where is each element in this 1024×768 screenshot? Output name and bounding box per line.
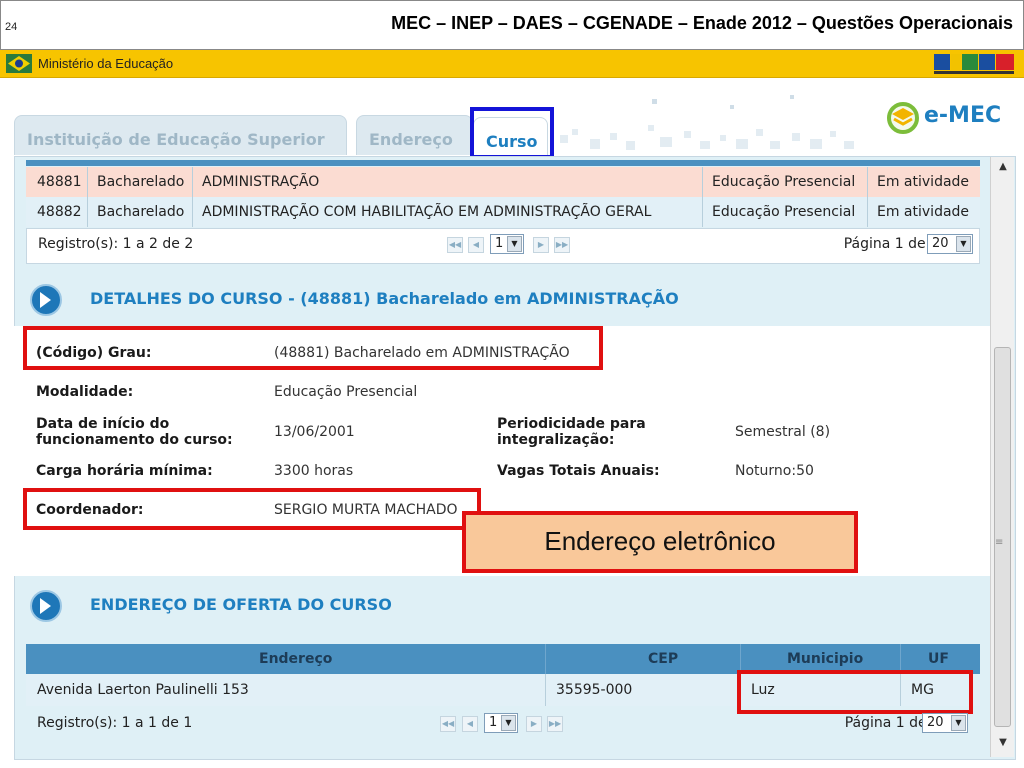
carga-label: Carga horária mínima: (36, 463, 213, 479)
inicio-label-line2: funcionamento do curso: (36, 432, 233, 448)
emec-logo-text: e-MEC (924, 103, 1002, 128)
course-code: 48882 (37, 204, 82, 220)
course-modalidade: Educação Presencial (712, 174, 856, 190)
courses-registros: Registro(s): 1 a 2 de 2 (38, 236, 194, 252)
vagas-label: Vagas Totais Anuais: (497, 463, 660, 479)
course-name: ADMINISTRAÇÃO COM HABILITAÇÃO EM ADMINIS… (202, 204, 652, 220)
first-page-icon[interactable]: ◀◀ (440, 716, 456, 732)
ministry-label: Ministério da Educação (38, 56, 174, 71)
chevron-down-icon: ▼ (507, 236, 522, 252)
scroll-grip-icon: ≡ (995, 537, 1004, 548)
tab-instituicao[interactable]: Instituição de Educação Superior (14, 115, 347, 155)
carga-value: 3300 horas (274, 463, 354, 479)
course-modalidade: Educação Presencial (712, 204, 856, 220)
address-cep: 35595-000 (556, 682, 633, 698)
col-cep: CEP (648, 651, 679, 667)
slide-number: 24 (5, 21, 18, 33)
courses-pager: Registro(s): 1 a 2 de 2 ◀◀ ◀ 1 ▼ ▶ ▶▶ Pág… (26, 228, 980, 264)
coordenador-highlight (23, 488, 481, 530)
page-select[interactable]: 1 ▼ (490, 234, 524, 254)
brasil-logo-icon (934, 54, 1014, 74)
col-endereco: Endereço (259, 651, 333, 667)
slide-header: 24 MEC – INEP – DAES – CGENADE – Enade 2… (0, 0, 1024, 50)
col-uf: UF (928, 651, 949, 667)
address-pager: Registro(s): 1 a 1 de 1 ◀◀ ◀ 1 ▼ ▶ ▶▶ Pág… (26, 708, 980, 744)
last-page-icon[interactable]: ▶▶ (547, 716, 563, 732)
col-municipio: Municipio (787, 651, 864, 667)
modalidade-value: Educação Presencial (274, 384, 418, 400)
course-grau: Bacharelado (97, 174, 185, 190)
per-page-select[interactable]: 20 ▼ (922, 713, 968, 733)
arrow-circle-icon (30, 590, 62, 622)
course-situacao: Em atividade (877, 174, 970, 190)
vertical-scrollbar[interactable]: ▲ ≡ ▼ (990, 157, 1014, 757)
per-page-select[interactable]: 20 ▼ (927, 234, 973, 254)
course-situacao: Em atividade (877, 204, 970, 220)
first-page-icon[interactable]: ◀◀ (447, 237, 463, 253)
course-grau: Bacharelado (97, 204, 185, 220)
codigo-grau-highlight (23, 326, 603, 370)
chevron-down-icon: ▼ (501, 715, 516, 731)
address-section-title: ENDEREÇO DE OFERTA DO CURSO (90, 595, 392, 614)
decorative-dots (560, 95, 854, 150)
scroll-down-arrow-icon[interactable]: ▼ (991, 737, 1015, 753)
course-name: ADMINISTRAÇÃO (202, 174, 320, 190)
ministry-bar: Ministério da Educação (0, 50, 1024, 78)
last-page-icon[interactable]: ▶▶ (554, 237, 570, 253)
callout-endereco-eletronico: Endereço eletrônico (462, 511, 858, 573)
address-registros: Registro(s): 1 a 1 de 1 (37, 715, 193, 731)
scroll-up-arrow-icon[interactable]: ▲ (991, 161, 1015, 177)
table-row[interactable]: 48882 Bacharelado ADMINISTRAÇÃO COM HABI… (26, 197, 980, 227)
inicio-label-line1: Data de início do (36, 416, 170, 432)
modalidade-label: Modalidade: (36, 384, 134, 400)
courses-table-header-bar (26, 160, 980, 166)
details-section-header: DETALHES DO CURSO - (48881) Bacharelado … (26, 278, 990, 322)
inicio-value: 13/06/2001 (274, 424, 355, 440)
chevron-down-icon: ▼ (956, 236, 971, 252)
table-row[interactable]: 48881 Bacharelado ADMINISTRAÇÃO Educação… (26, 167, 980, 197)
slide-title: MEC – INEP – DAES – CGENADE – Enade 2012… (391, 13, 1013, 33)
periodicidade-label-line2: integralização: (497, 432, 615, 448)
courses-pagina: Página 1 de 1 (843, 236, 939, 252)
ministry-logo-icon (6, 54, 32, 73)
tab-endereco[interactable]: Endereço (356, 115, 473, 155)
tab-curso-highlight (470, 107, 554, 159)
periodicidade-label-line1: Periodicidade para (497, 416, 646, 432)
arrow-circle-icon (30, 284, 62, 316)
next-page-icon[interactable]: ▶ (533, 237, 549, 253)
address-section-header: ENDEREÇO DE OFERTA DO CURSO (26, 584, 990, 628)
next-page-icon[interactable]: ▶ (526, 716, 542, 732)
vagas-value: Noturno:50 (735, 463, 814, 479)
prev-page-icon[interactable]: ◀ (462, 716, 478, 732)
page-select[interactable]: 1 ▼ (484, 713, 518, 733)
chevron-down-icon: ▼ (951, 715, 966, 731)
address-endereco: Avenida Laerton Paulinelli 153 (37, 682, 249, 698)
periodicidade-value: Semestral (8) (735, 424, 831, 440)
prev-page-icon[interactable]: ◀ (468, 237, 484, 253)
course-code: 48881 (37, 174, 82, 190)
details-section-title: DETALHES DO CURSO - (48881) Bacharelado … (90, 289, 679, 308)
